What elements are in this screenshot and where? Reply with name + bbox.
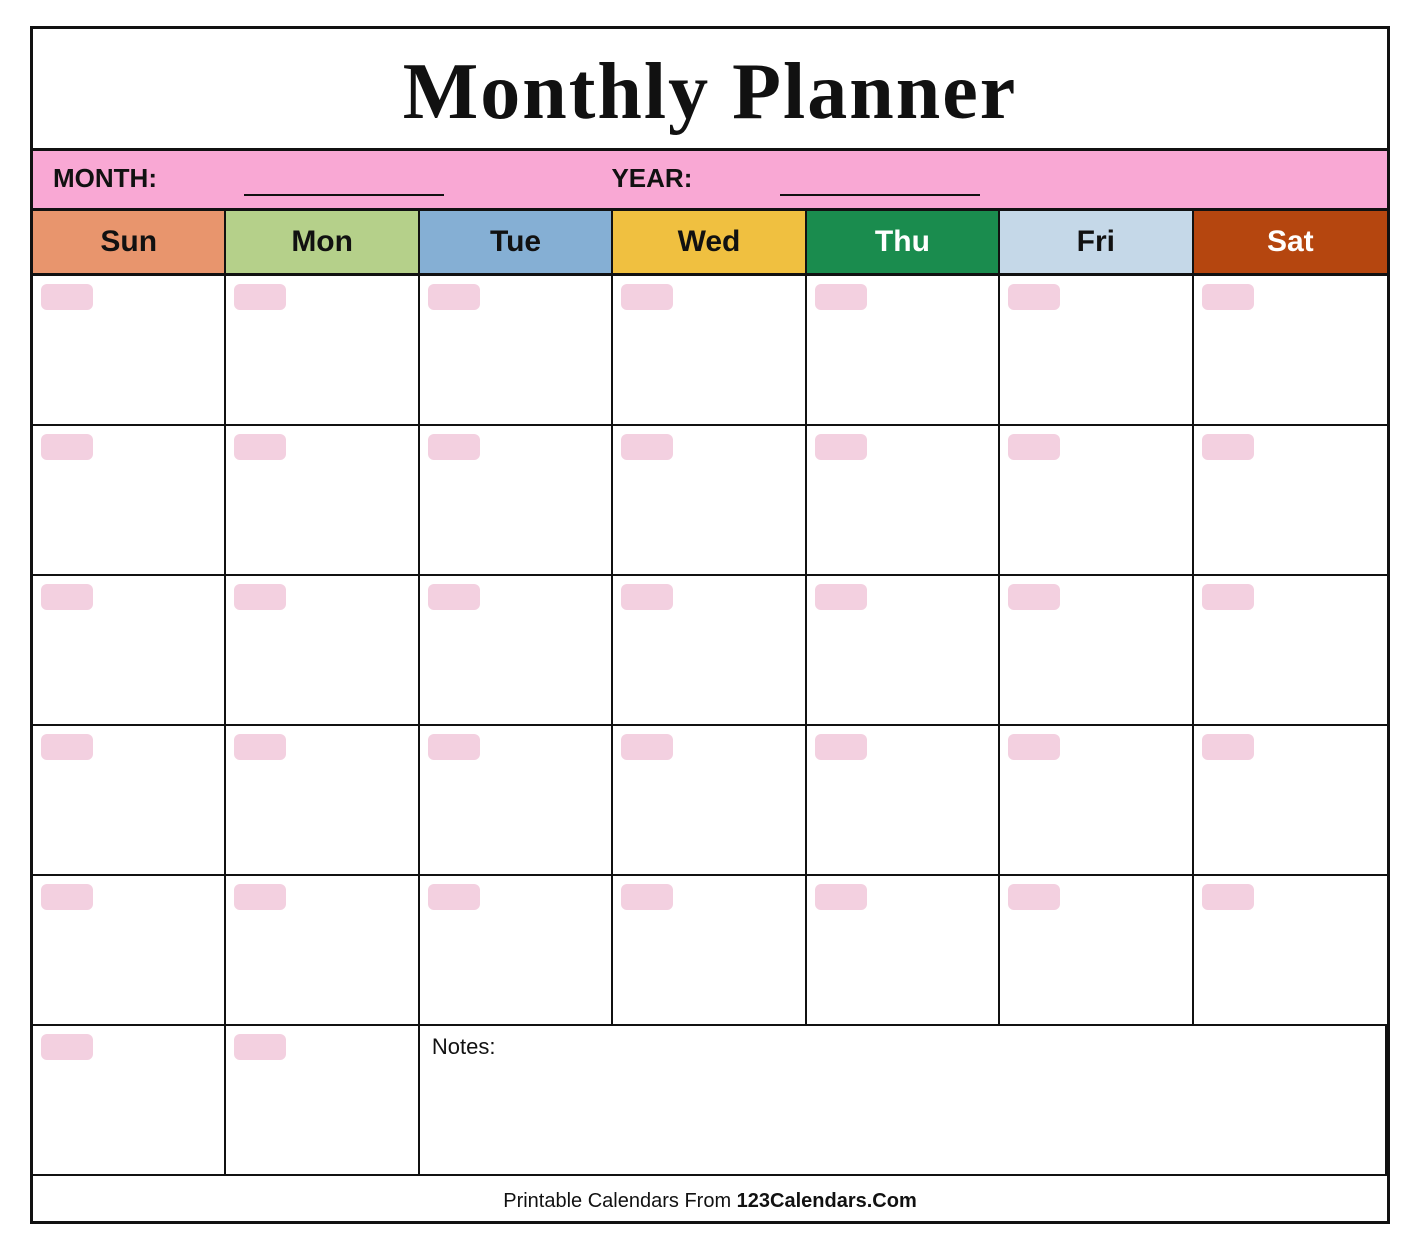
year-underline [780, 163, 980, 196]
footer: Printable Calendars From 123Calendars.Co… [33, 1176, 1387, 1221]
date-badge [1202, 584, 1254, 610]
title-section: Monthly Planner [33, 29, 1387, 151]
date-badge [41, 284, 93, 310]
date-badge [234, 1034, 286, 1060]
date-badge [1008, 734, 1060, 760]
calendar-cell[interactable] [807, 876, 1000, 1026]
date-badge [621, 584, 673, 610]
calendar-cell[interactable] [226, 726, 419, 876]
date-badge [428, 584, 480, 610]
calendar-cell[interactable] [613, 726, 806, 876]
date-badge [41, 734, 93, 760]
calendar-cell[interactable] [613, 576, 806, 726]
calendar-cell[interactable] [226, 1026, 419, 1176]
calendar-cell[interactable] [420, 426, 613, 576]
calendar-cell[interactable] [33, 276, 226, 426]
date-badge [621, 884, 673, 910]
date-badge [815, 284, 867, 310]
month-underline [244, 163, 444, 196]
planner-container: Monthly Planner MONTH: YEAR: SunMonTueWe… [30, 26, 1390, 1224]
calendar-cell[interactable] [1000, 576, 1193, 726]
date-badge [234, 284, 286, 310]
date-badge [234, 434, 286, 460]
calendar-cell[interactable] [33, 576, 226, 726]
day-header-wed: Wed [613, 211, 806, 273]
date-badge [1202, 284, 1254, 310]
date-badge [234, 584, 286, 610]
calendar-cell[interactable] [1000, 276, 1193, 426]
date-badge [1008, 584, 1060, 610]
month-label: MONTH: [53, 163, 531, 193]
day-header-tue: Tue [420, 211, 613, 273]
calendar-cell[interactable] [33, 426, 226, 576]
day-header-mon: Mon [226, 211, 419, 273]
year-label: YEAR: [611, 163, 1059, 193]
calendar-cell[interactable] [1194, 276, 1387, 426]
date-badge [621, 284, 673, 310]
month-year-row: MONTH: YEAR: [33, 151, 1387, 211]
calendar-cell[interactable] [807, 276, 1000, 426]
date-badge [1202, 434, 1254, 460]
date-badge [41, 584, 93, 610]
date-badge [1202, 734, 1254, 760]
date-badge [1008, 284, 1060, 310]
date-badge [428, 284, 480, 310]
date-badge [815, 434, 867, 460]
date-badge [621, 734, 673, 760]
calendar-cell[interactable] [420, 276, 613, 426]
calendar-cell[interactable] [1194, 426, 1387, 576]
calendar-cell[interactable] [420, 726, 613, 876]
calendar-cell[interactable] [613, 426, 806, 576]
date-badge [1202, 884, 1254, 910]
date-badge [428, 434, 480, 460]
calendar-grid: Notes: [33, 276, 1387, 1176]
date-badge [428, 884, 480, 910]
calendar-cell[interactable] [807, 426, 1000, 576]
calendar-cell[interactable] [420, 876, 613, 1026]
calendar-cell[interactable] [1194, 576, 1387, 726]
calendar-cell[interactable] [226, 276, 419, 426]
calendar-cell[interactable] [33, 726, 226, 876]
date-badge [621, 434, 673, 460]
calendar-cell[interactable] [613, 876, 806, 1026]
calendar-cell[interactable] [1000, 426, 1193, 576]
calendar-cell[interactable] [807, 576, 1000, 726]
calendar-cell[interactable] [226, 876, 419, 1026]
day-header-fri: Fri [1000, 211, 1193, 273]
calendar-cell[interactable] [226, 426, 419, 576]
calendar-cell[interactable] [1194, 726, 1387, 876]
calendar-cell[interactable] [807, 726, 1000, 876]
calendar-cell[interactable] [1000, 876, 1193, 1026]
footer-brand: 123Calendars.Com [737, 1190, 917, 1212]
date-badge [41, 434, 93, 460]
date-badge [1008, 434, 1060, 460]
date-badge [41, 1034, 93, 1060]
calendar-cell[interactable] [420, 576, 613, 726]
date-badge [234, 734, 286, 760]
day-header-sun: Sun [33, 211, 226, 273]
date-badge [428, 734, 480, 760]
day-header-thu: Thu [807, 211, 1000, 273]
days-header: SunMonTueWedThuFriSat [33, 211, 1387, 276]
calendar-cell[interactable] [613, 276, 806, 426]
planner-title: Monthly Planner [33, 47, 1387, 138]
date-badge [1008, 884, 1060, 910]
notes-cell[interactable]: Notes: [420, 1026, 1387, 1176]
calendar-cell[interactable] [226, 576, 419, 726]
date-badge [815, 884, 867, 910]
date-badge [815, 734, 867, 760]
day-header-sat: Sat [1194, 211, 1387, 273]
calendar-cell[interactable] [1194, 876, 1387, 1026]
date-badge [41, 884, 93, 910]
date-badge [234, 884, 286, 910]
calendar-cell[interactable] [1000, 726, 1193, 876]
date-badge [815, 584, 867, 610]
calendar-cell[interactable] [33, 1026, 226, 1176]
calendar-cell[interactable] [33, 876, 226, 1026]
